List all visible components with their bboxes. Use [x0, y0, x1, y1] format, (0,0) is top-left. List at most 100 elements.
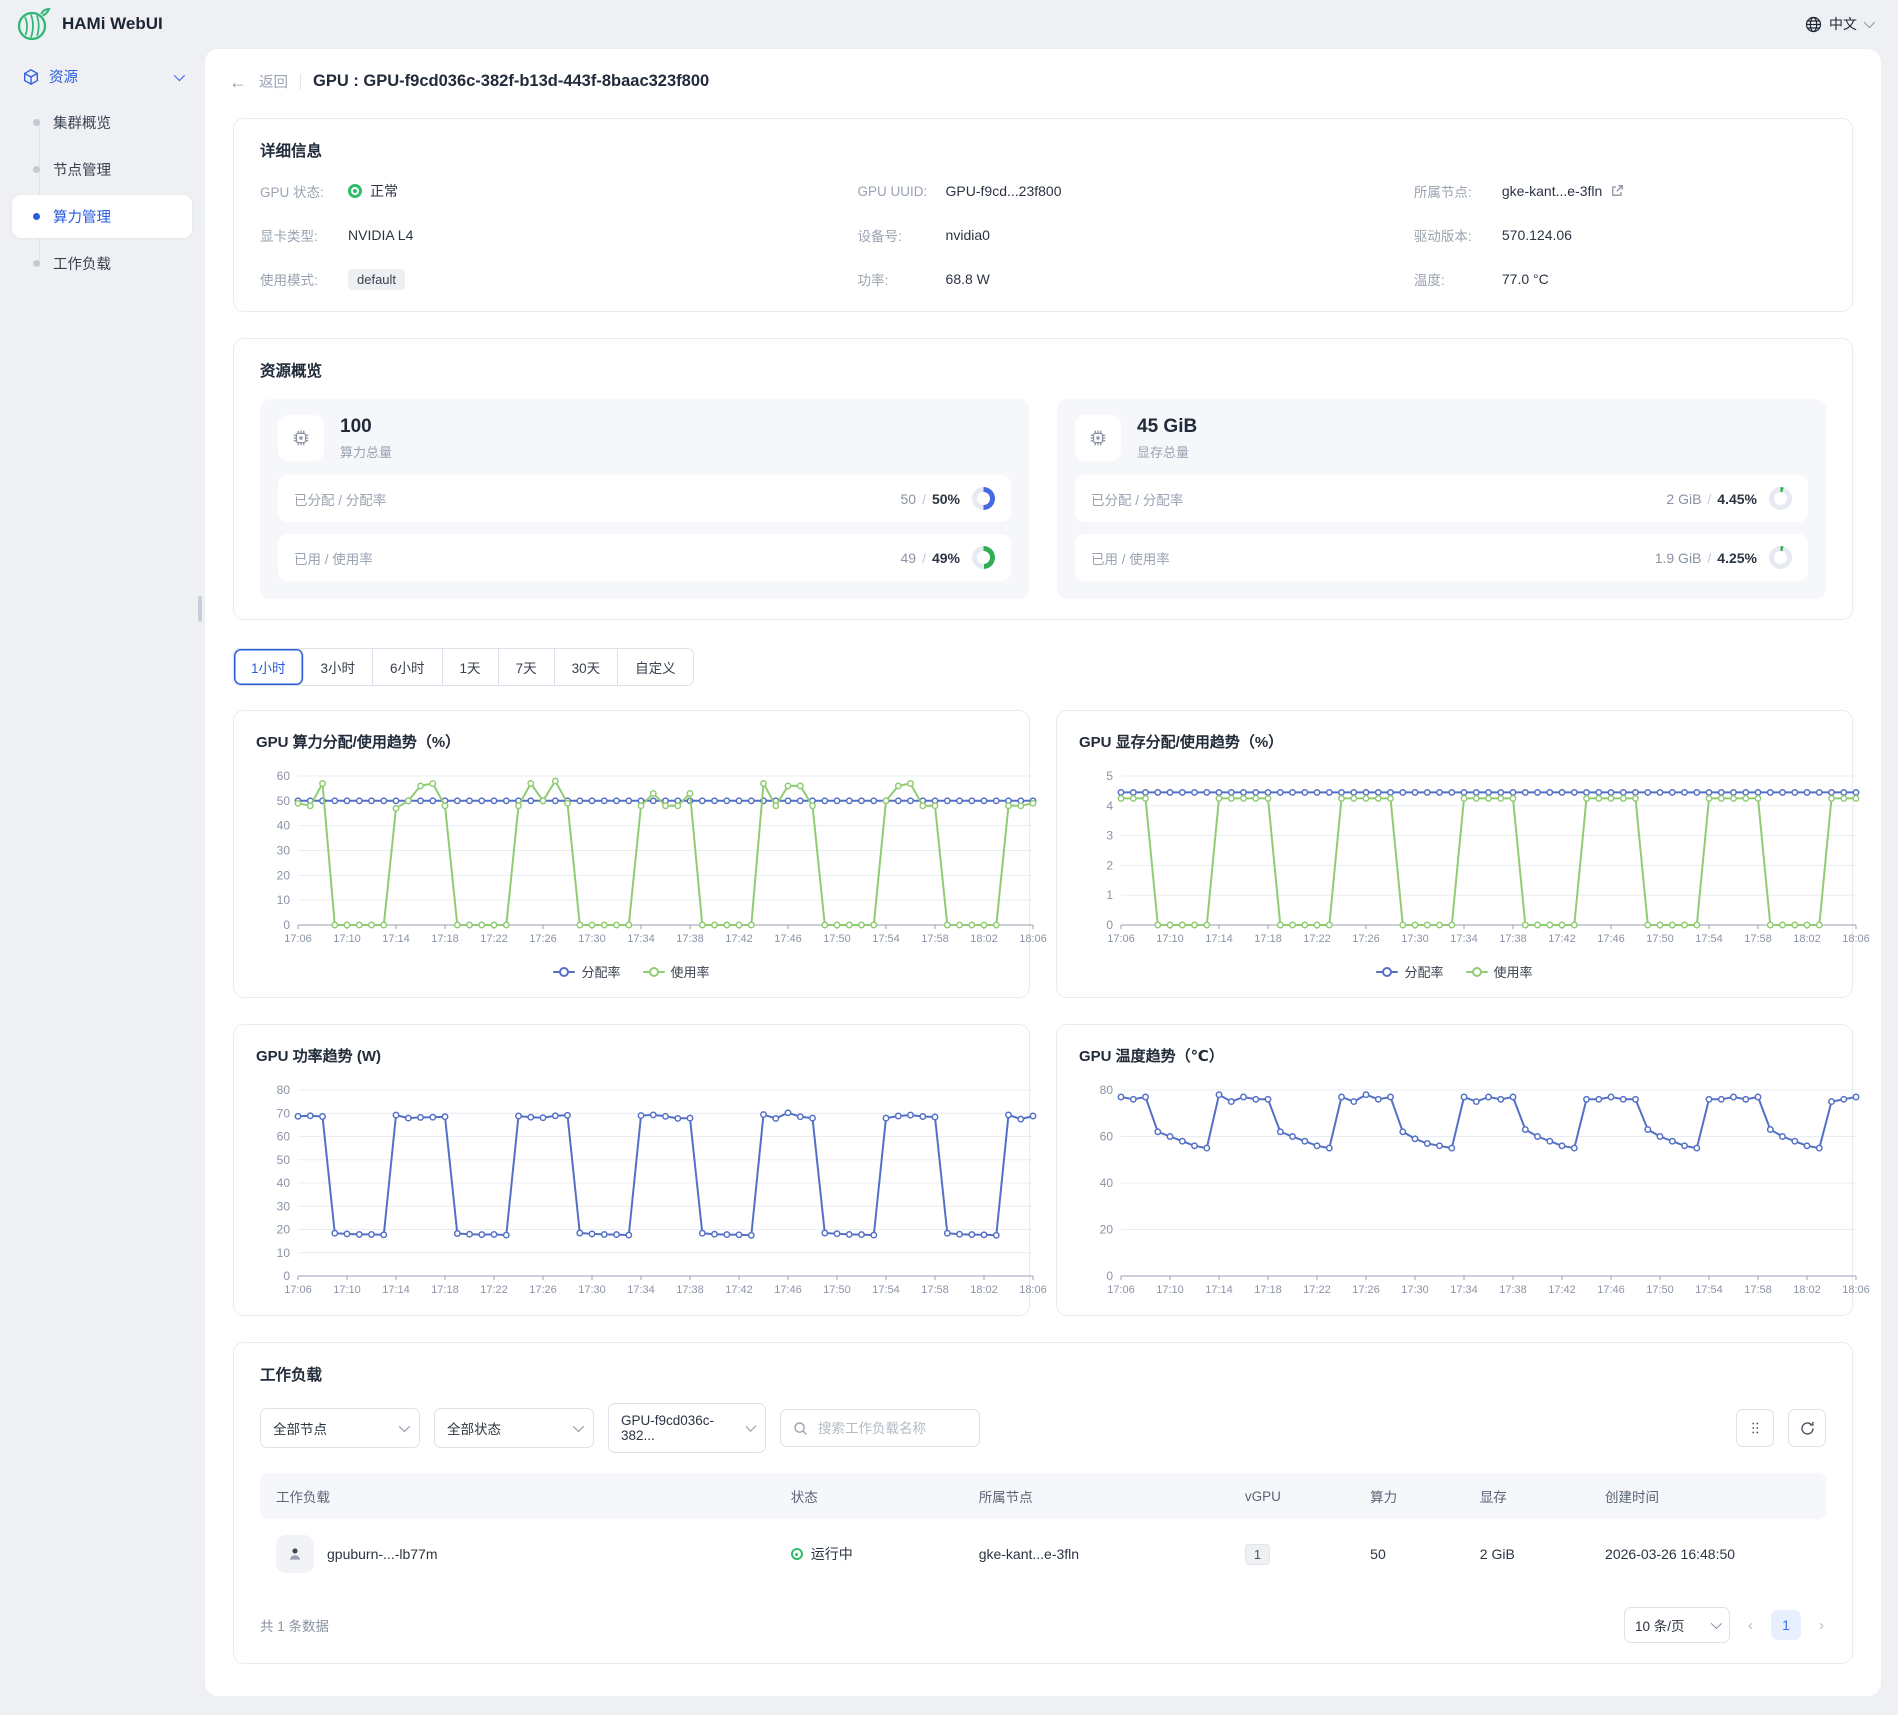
field-label: 所属节点: — [1414, 181, 1488, 201]
field-gpu-uuid: GPU UUID: GPU-f9cd...23f800 — [858, 179, 1414, 203]
refresh-button[interactable] — [1788, 1409, 1826, 1447]
svg-text:17:22: 17:22 — [480, 1284, 508, 1296]
legend-item[interactable]: 使用率 — [1466, 962, 1533, 981]
svg-text:20: 20 — [277, 1223, 291, 1237]
svg-text:17:38: 17:38 — [676, 933, 704, 945]
detail-card: 详细信息 GPU 状态: 正常 GPU UUID: GPU-f9cd...23f… — [233, 118, 1853, 312]
field-gpu-status: GPU 状态: 正常 — [260, 179, 858, 203]
svg-text:17:18: 17:18 — [1254, 933, 1282, 945]
workload-search[interactable] — [780, 1409, 980, 1447]
svg-text:18:02: 18:02 — [1793, 1284, 1821, 1296]
memory-total: 45 GiB — [1137, 416, 1197, 438]
svg-text:18:06: 18:06 — [1019, 1284, 1047, 1296]
tab-1h[interactable]: 1小时 — [234, 649, 304, 685]
svg-text:17:26: 17:26 — [1352, 933, 1380, 945]
sidebar-item-workloads[interactable]: 工作负载 — [12, 242, 192, 285]
legend-item[interactable]: 分配率 — [1376, 962, 1443, 981]
svg-text:17:42: 17:42 — [1548, 933, 1576, 945]
gpu-filter-select[interactable]: GPU-f9cd036c-382... — [608, 1403, 766, 1453]
workload-avatar-icon — [276, 1535, 314, 1573]
tab-6h[interactable]: 6小时 — [373, 649, 443, 685]
sidebar-section-resources[interactable]: 资源 — [12, 58, 192, 95]
svg-text:18:06: 18:06 — [1019, 933, 1047, 945]
workload-compute: 50 — [1356, 1519, 1466, 1589]
tab-7d[interactable]: 7天 — [499, 649, 555, 685]
search-input[interactable] — [816, 1420, 967, 1437]
sidebar-section-label: 资源 — [49, 66, 78, 87]
field-value: nvidia0 — [946, 227, 990, 243]
power-trend-chart-card: GPU 功率趋势 (W) 0102030405060708017:0617:10… — [233, 1024, 1030, 1316]
svg-text:18:02: 18:02 — [970, 933, 998, 945]
top-bar: HAMi WebUI 中文 — [0, 0, 1898, 48]
node-filter-select[interactable]: 全部节点 — [260, 1408, 420, 1448]
status-running-icon — [791, 1548, 803, 1560]
svg-text:17:26: 17:26 — [1352, 1284, 1380, 1296]
workload-name[interactable]: gpuburn-...-lb77m — [327, 1546, 438, 1562]
allocation-donut — [1769, 487, 1792, 510]
row-value: 2 GiB — [1666, 491, 1701, 507]
field-value: 77.0 °C — [1502, 271, 1549, 287]
svg-text:50: 50 — [277, 1153, 291, 1167]
compute-used-row: 已用 / 使用率 49 / 49% — [278, 534, 1011, 581]
chart-title: GPU 算力分配/使用趋势（%） — [256, 731, 1007, 752]
sidebar-resize-handle[interactable] — [198, 596, 202, 622]
time-range-tabs: 1小时 3小时 6小时 1天 7天 30天 自定义 — [233, 648, 694, 686]
workload-filters: 全部节点 全部状态 GPU-f9cd036c-382... — [260, 1403, 1826, 1453]
search-icon — [793, 1421, 808, 1436]
field-label: 功率: — [858, 269, 932, 289]
svg-text:17:46: 17:46 — [1597, 1284, 1625, 1296]
sidebar-item-compute-management[interactable]: 算力管理 — [12, 195, 192, 238]
svg-text:30: 30 — [277, 844, 291, 858]
svg-text:17:10: 17:10 — [333, 1284, 361, 1296]
workloads-card: 工作负载 全部节点 全部状态 GPU-f9cd036c-382... — [233, 1342, 1853, 1664]
field-temperature: 温度: 77.0 °C — [1414, 267, 1826, 291]
tab-1d[interactable]: 1天 — [443, 649, 499, 685]
sidebar-item-node-management[interactable]: 节点管理 — [12, 148, 192, 191]
svg-text:17:06: 17:06 — [1107, 933, 1135, 945]
chevron-down-icon — [1864, 17, 1875, 28]
pagination: 10 条/页 ‹ 1 › — [1624, 1607, 1826, 1643]
svg-text:17:22: 17:22 — [1303, 933, 1331, 945]
legend-item[interactable]: 使用率 — [643, 962, 710, 981]
legend-item[interactable]: 分配率 — [553, 962, 620, 981]
sidebar-item-label: 工作负载 — [53, 253, 111, 274]
svg-text:17:26: 17:26 — [529, 933, 557, 945]
svg-text:17:54: 17:54 — [1695, 933, 1723, 945]
external-link-icon[interactable] — [1610, 184, 1624, 198]
allocation-donut — [972, 487, 995, 510]
svg-text:17:26: 17:26 — [529, 1284, 557, 1296]
svg-text:17:46: 17:46 — [774, 1284, 802, 1296]
prev-page-button[interactable]: ‹ — [1746, 1617, 1755, 1634]
tab-30d[interactable]: 30天 — [555, 649, 619, 685]
page-number-1[interactable]: 1 — [1771, 1610, 1801, 1640]
page-size-select[interactable]: 10 条/页 — [1624, 1607, 1730, 1643]
field-label: 温度: — [1414, 269, 1488, 289]
back-button[interactable]: 返回 — [259, 71, 288, 92]
svg-text:10: 10 — [277, 1246, 291, 1260]
svg-text:17:34: 17:34 — [627, 933, 655, 945]
next-page-button[interactable]: › — [1817, 1617, 1826, 1634]
divider — [300, 74, 301, 90]
svg-text:17:54: 17:54 — [872, 933, 900, 945]
temperature-trend-chart: 02040608017:0617:1017:1417:1817:2217:261… — [1079, 1080, 1872, 1302]
column-settings-button[interactable] — [1736, 1409, 1774, 1447]
svg-text:17:10: 17:10 — [1156, 1284, 1184, 1296]
tab-3h[interactable]: 3小时 — [304, 649, 374, 685]
svg-text:17:06: 17:06 — [284, 933, 312, 945]
language-selector[interactable]: 中文 — [1805, 14, 1872, 34]
select-value: 全部节点 — [273, 1418, 327, 1438]
sidebar-item-cluster-overview[interactable]: 集群概览 — [12, 101, 192, 144]
tree-dot-icon — [33, 260, 40, 267]
table-row[interactable]: gpuburn-...-lb77m 运行中 gke-kant...e-3fln … — [260, 1519, 1826, 1589]
tab-custom[interactable]: 自定义 — [618, 649, 693, 685]
svg-text:17:46: 17:46 — [1597, 933, 1625, 945]
svg-text:10: 10 — [277, 893, 291, 907]
svg-text:60: 60 — [277, 769, 291, 783]
brand: HAMi WebUI — [14, 5, 163, 43]
svg-text:60: 60 — [277, 1130, 291, 1144]
hami-logo-icon — [14, 5, 52, 43]
status-filter-select[interactable]: 全部状态 — [434, 1408, 594, 1448]
field-value: GPU-f9cd...23f800 — [946, 183, 1062, 199]
svg-text:17:58: 17:58 — [1744, 933, 1772, 945]
back-arrow-icon[interactable]: ← — [229, 73, 247, 91]
